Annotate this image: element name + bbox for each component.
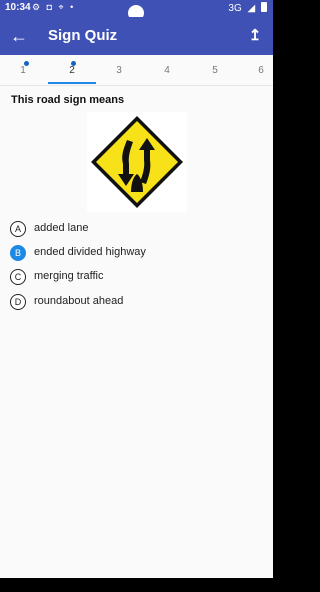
tab-label: 5 — [212, 65, 218, 76]
tabs-divider — [0, 85, 273, 86]
answered-dot-icon — [24, 61, 29, 66]
tab-4[interactable]: 4 — [144, 55, 190, 85]
app-bar: ← Sign Quiz ↥ — [0, 17, 273, 55]
option-letter-badge: D — [10, 294, 26, 310]
tab-label: 3 — [116, 65, 122, 76]
tab-label: 1 — [20, 65, 26, 76]
question-tabs: 1 2 3 4 5 6 — [0, 55, 273, 85]
option-text: roundabout ahead — [34, 295, 124, 307]
share-icon[interactable]: ↥ — [245, 25, 265, 47]
tab-1[interactable]: 1 — [0, 55, 46, 85]
option-letter-badge: A — [10, 221, 26, 237]
navigation-bar — [0, 578, 273, 592]
selected-tab-indicator — [48, 82, 96, 84]
tab-label: 2 — [69, 65, 75, 76]
battery-icon — [261, 2, 267, 12]
option-b[interactable]: B ended divided highway — [10, 245, 240, 263]
tab-6[interactable]: 6 — [238, 55, 273, 85]
option-c[interactable]: C merging traffic — [10, 269, 240, 287]
option-a[interactable]: A added lane — [10, 221, 240, 239]
option-text: merging traffic — [34, 270, 104, 282]
tab-2[interactable]: 2 — [49, 55, 95, 85]
signal-icon: ◢ — [247, 3, 256, 14]
status-notification-icons: ⚙ ◘ ⌖ • — [32, 2, 76, 12]
end-divided-highway-sign-icon — [91, 116, 183, 208]
status-time: 10:34 — [5, 2, 31, 13]
app-title: Sign Quiz — [48, 27, 118, 44]
answered-dot-icon — [71, 61, 76, 66]
tab-label: 6 — [258, 65, 264, 76]
network-label: 3G — [228, 3, 242, 14]
tab-label: 4 — [164, 65, 170, 76]
back-arrow-icon[interactable]: ← — [8, 25, 30, 47]
question-text: This road sign means — [11, 94, 125, 106]
status-right: 3G ◢ — [225, 2, 267, 14]
option-text: added lane — [34, 222, 89, 234]
screen: 10:34 ⚙ ◘ ⌖ • 3G ◢ ← Sign Quiz ↥ 1 2 3 4… — [0, 0, 273, 578]
tab-3[interactable]: 3 — [96, 55, 142, 85]
road-sign-image — [87, 112, 187, 212]
option-letter-badge-selected: B — [10, 245, 26, 261]
option-d[interactable]: D roundabout ahead — [10, 294, 240, 312]
status-bar: 10:34 ⚙ ◘ ⌖ • 3G ◢ — [0, 0, 273, 21]
tab-5[interactable]: 5 — [192, 55, 238, 85]
option-text: ended divided highway — [34, 246, 146, 258]
option-letter-badge: C — [10, 269, 26, 285]
